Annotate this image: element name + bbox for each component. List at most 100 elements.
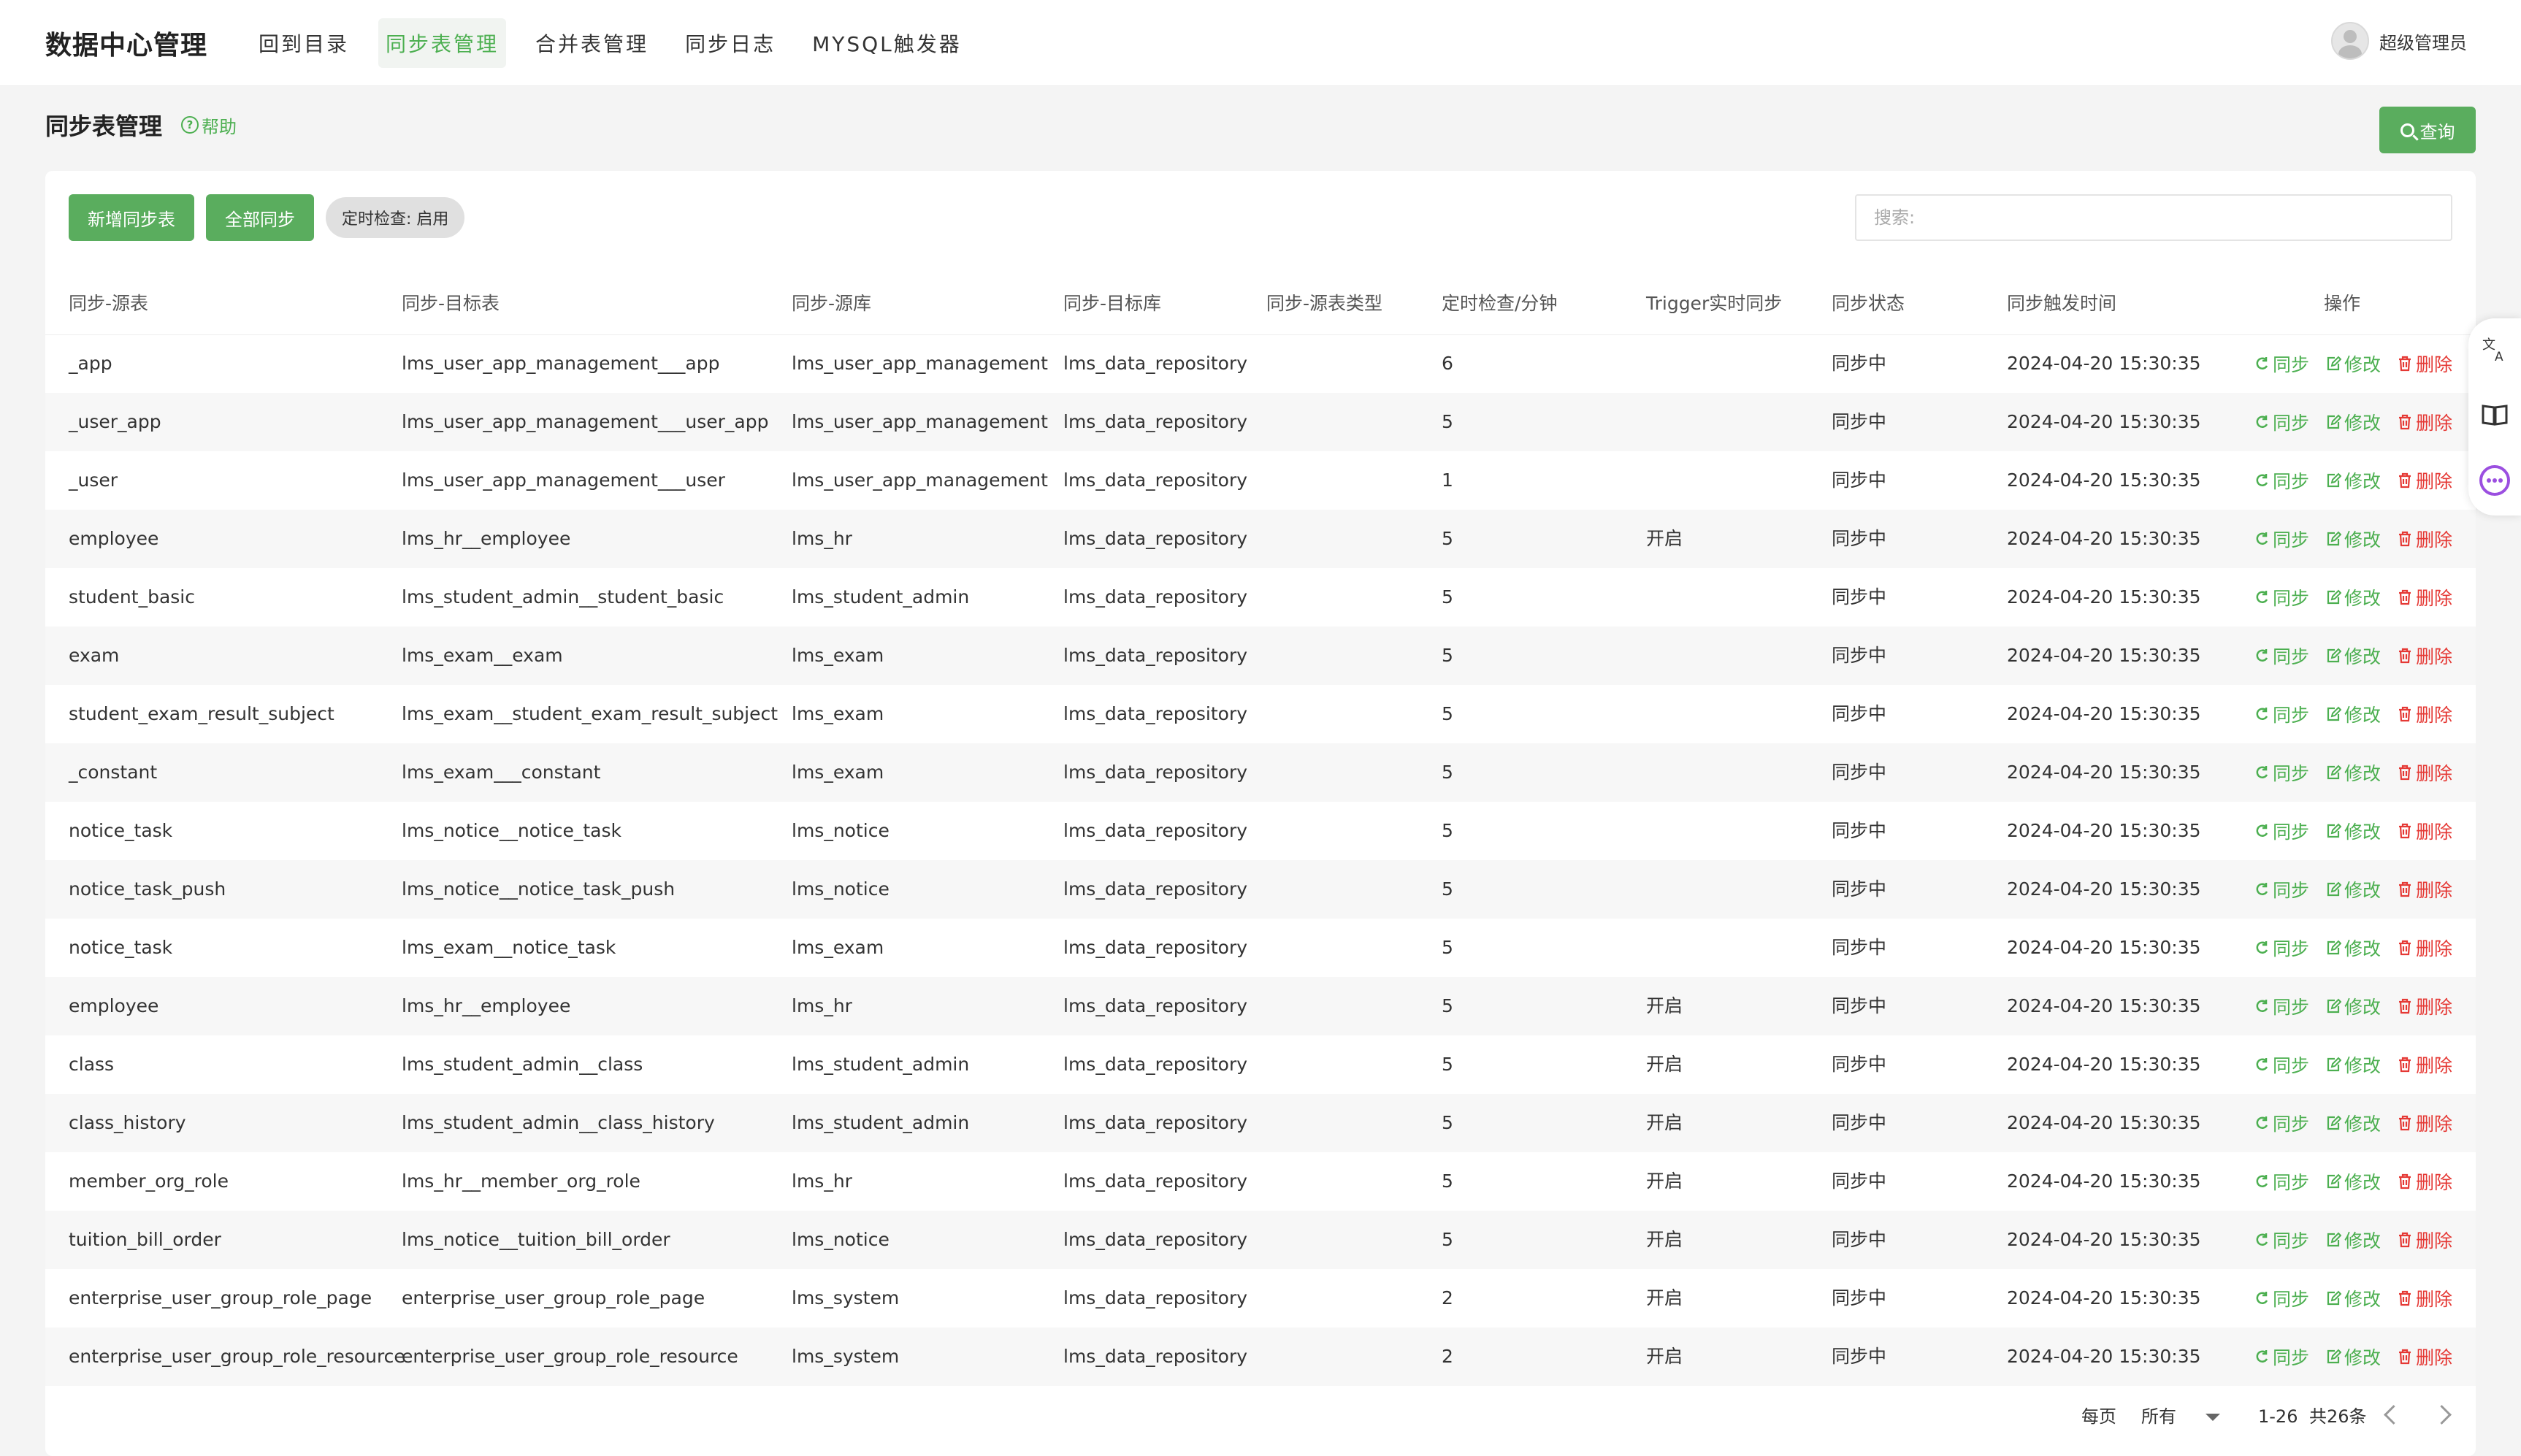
nav-sync-log[interactable]: 同步日志	[678, 18, 783, 68]
delete-row-button[interactable]: 删除	[2397, 643, 2452, 669]
column-header-target-table[interactable]: 同步-目标表	[402, 273, 500, 334]
edit-row-button[interactable]: 修改	[2325, 1110, 2381, 1136]
sync-row-button[interactable]: 同步	[2254, 584, 2309, 610]
delete-row-button[interactable]: 删除	[2397, 1110, 2452, 1136]
delete-row-button[interactable]: 删除	[2397, 935, 2452, 961]
sync-all-button[interactable]: 全部同步	[206, 194, 314, 241]
column-header-check-interval[interactable]: 定时检查/分钟	[1442, 273, 1557, 334]
edit-row-button[interactable]: 修改	[2325, 1168, 2381, 1195]
edit-row-button[interactable]: 修改	[2325, 759, 2381, 786]
column-header-sync-status[interactable]: 同步状态	[1832, 273, 1905, 334]
sync-row-button[interactable]: 同步	[2254, 350, 2309, 377]
next-page-icon[interactable]	[2432, 1405, 2452, 1425]
column-header-source-table[interactable]: 同步-源表	[69, 273, 148, 334]
column-header-target-db[interactable]: 同步-目标库	[1063, 273, 1161, 334]
sync-row-button[interactable]: 同步	[2254, 526, 2309, 552]
delete-row-button[interactable]: 删除	[2397, 759, 2452, 786]
translate-icon[interactable]: 文A	[2479, 333, 2511, 365]
cell-sync-status: 同步中	[1832, 586, 1887, 608]
column-header-source-type[interactable]: 同步-源表类型	[1266, 273, 1382, 334]
delete-label: 删除	[2415, 1114, 2452, 1135]
edit-row-button[interactable]: 修改	[2325, 526, 2381, 552]
edit-label: 修改	[2344, 413, 2381, 434]
search-input[interactable]	[1855, 194, 2452, 241]
delete-row-button[interactable]: 删除	[2397, 409, 2452, 435]
trash-icon	[2397, 706, 2416, 722]
add-sync-table-button[interactable]: 新增同步表	[69, 194, 194, 241]
sync-row-button[interactable]: 同步	[2254, 1344, 2309, 1370]
cell-source-db: lms_exam	[792, 645, 884, 666]
cell-sync-status: 同步中	[1832, 1229, 1887, 1250]
sync-row-button[interactable]: 同步	[2254, 1168, 2309, 1195]
edit-row-button[interactable]: 修改	[2325, 1344, 2381, 1370]
chat-icon[interactable]	[2479, 464, 2511, 497]
edit-row-button[interactable]: 修改	[2325, 876, 2381, 903]
sync-row-button[interactable]: 同步	[2254, 643, 2309, 669]
sync-label: 同步	[2272, 1172, 2309, 1193]
sync-row-button[interactable]: 同步	[2254, 876, 2309, 903]
column-header-trigger-sync[interactable]: Trigger实时同步	[1646, 273, 1782, 334]
edit-row-button[interactable]: 修改	[2325, 1051, 2381, 1078]
delete-row-button[interactable]: 删除	[2397, 1168, 2452, 1195]
delete-row-button[interactable]: 删除	[2397, 526, 2452, 552]
edit-row-button[interactable]: 修改	[2325, 1285, 2381, 1311]
delete-row-button[interactable]: 删除	[2397, 876, 2452, 903]
delete-row-button[interactable]: 删除	[2397, 350, 2452, 377]
per-page-value: 所有	[2141, 1406, 2176, 1427]
delete-row-button[interactable]: 删除	[2397, 467, 2452, 494]
edit-row-button[interactable]: 修改	[2325, 701, 2381, 727]
cell-source-table: exam	[69, 645, 120, 666]
delete-row-button[interactable]: 删除	[2397, 818, 2452, 844]
table-row: student_exam_result_subject lms_exam__stu…	[45, 685, 2476, 743]
sync-row-button[interactable]: 同步	[2254, 935, 2309, 961]
sync-row-button[interactable]: 同步	[2254, 993, 2309, 1019]
delete-row-button[interactable]: 删除	[2397, 993, 2452, 1019]
user-name[interactable]: 超级管理员	[2379, 28, 2467, 54]
delete-row-button[interactable]: 删除	[2397, 1285, 2452, 1311]
sync-row-button[interactable]: 同步	[2254, 467, 2309, 494]
timer-check-chip[interactable]: 定时检查: 启用	[326, 197, 465, 238]
sync-row-button[interactable]: 同步	[2254, 409, 2309, 435]
delete-row-button[interactable]: 删除	[2397, 1344, 2452, 1370]
edit-row-button[interactable]: 修改	[2325, 818, 2381, 844]
edit-row-button[interactable]: 修改	[2325, 993, 2381, 1019]
delete-row-button[interactable]: 删除	[2397, 1227, 2452, 1253]
nav-sync-table-management[interactable]: 同步表管理	[378, 18, 507, 68]
book-icon[interactable]	[2479, 399, 2511, 431]
edit-row-button[interactable]: 修改	[2325, 1227, 2381, 1253]
edit-row-button[interactable]: 修改	[2325, 935, 2381, 961]
query-button[interactable]: 查询	[2379, 107, 2476, 153]
sync-row-button[interactable]: 同步	[2254, 818, 2309, 844]
per-page-select[interactable]: 所有	[2141, 1380, 2220, 1453]
user-menu[interactable]: 超级管理员	[2331, 22, 2467, 60]
sync-row-button[interactable]: 同步	[2254, 759, 2309, 786]
cell-target-db: lms_data_repository	[1063, 1170, 1248, 1192]
cell-trigger-sync: 开启	[1646, 1112, 1683, 1133]
avatar[interactable]	[2331, 22, 2369, 60]
sync-row-button[interactable]: 同步	[2254, 701, 2309, 727]
sync-row-button[interactable]: 同步	[2254, 1051, 2309, 1078]
sync-row-button[interactable]: 同步	[2254, 1110, 2309, 1136]
column-header-source-db[interactable]: 同步-源库	[792, 273, 871, 334]
delete-row-button[interactable]: 删除	[2397, 701, 2452, 727]
previous-page-icon[interactable]	[2384, 1405, 2403, 1425]
edit-row-button[interactable]: 修改	[2325, 643, 2381, 669]
edit-row-button[interactable]: 修改	[2325, 350, 2381, 377]
cell-source-table: _user	[69, 470, 118, 491]
nav-merge-table-management[interactable]: 合并表管理	[528, 18, 656, 68]
help-link[interactable]: ? 帮助	[181, 112, 237, 138]
edit-row-button[interactable]: 修改	[2325, 467, 2381, 494]
nav-mysql-trigger[interactable]: MYSQL触发器	[805, 18, 969, 68]
edit-row-button[interactable]: 修改	[2325, 584, 2381, 610]
cell-target-db: lms_data_repository	[1063, 820, 1248, 841]
nav-back-to-catalog[interactable]: 回到目录	[251, 18, 356, 68]
delete-row-button[interactable]: 删除	[2397, 584, 2452, 610]
delete-row-button[interactable]: 删除	[2397, 1051, 2452, 1078]
table-row: class lms_student_admin__class lms_student…	[45, 1035, 2476, 1094]
edit-row-button[interactable]: 修改	[2325, 409, 2381, 435]
edit-label: 修改	[2344, 1230, 2381, 1252]
sync-icon	[2254, 1115, 2273, 1131]
column-header-trigger-time[interactable]: 同步触发时间	[2007, 273, 2116, 334]
sync-row-button[interactable]: 同步	[2254, 1285, 2309, 1311]
sync-row-button[interactable]: 同步	[2254, 1227, 2309, 1253]
